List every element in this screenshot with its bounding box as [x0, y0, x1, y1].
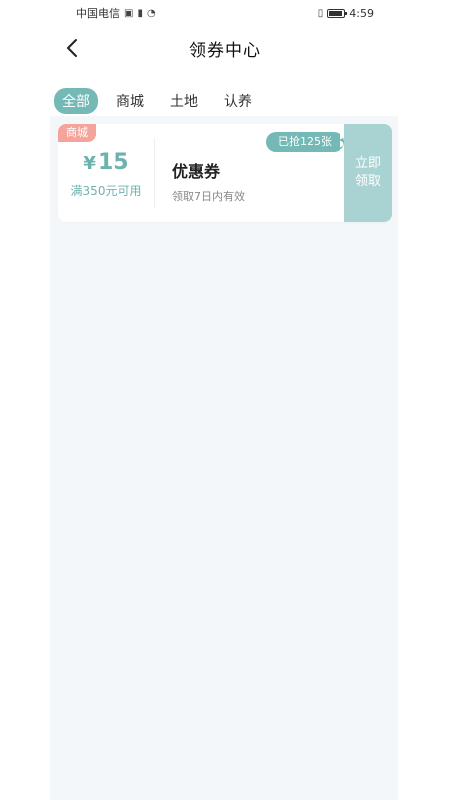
currency-symbol: ¥ [83, 153, 96, 174]
coupon-name: 优惠券 [172, 162, 221, 181]
tab-all[interactable]: 全部 [54, 88, 98, 114]
coupon-validity: 领取7日内有效 [172, 190, 245, 203]
status-left: 中国电信 ▣ ▮ ◔ [76, 5, 156, 21]
status-bar: 中国电信 ▣ ▮ ◔ ▯ 4:59 [0, 0, 450, 26]
claimed-count-badge: 已抢125张 [266, 132, 344, 152]
tab-adopt[interactable]: 认养 [216, 88, 260, 114]
clock-label: 4:59 [349, 6, 374, 20]
amount-value: 15 [97, 150, 129, 175]
claim-label-line2: 领取 [354, 174, 381, 189]
nav-bar: 领券中心 [0, 26, 450, 70]
hd-icon: ▣ [124, 7, 134, 19]
coupon-condition: 满350元可用 [70, 184, 142, 198]
carrier-label: 中国电信 [76, 7, 120, 20]
claim-now-button[interactable]: 立即 领取 [340, 124, 392, 222]
status-right: ▯ 4:59 [318, 7, 374, 20]
back-button[interactable] [58, 34, 86, 62]
claim-label-line1: 立即 [354, 156, 381, 171]
coupon-divider [154, 138, 155, 208]
category-tabs: 全部 商城 土地 认养 [54, 88, 260, 114]
coupon-category-tag: 商城 [58, 124, 96, 142]
coupon-card: 商城 ¥15 满350元可用 已抢125张 优惠券 领取7日内有效 立即 领取 [58, 124, 392, 222]
tab-land[interactable]: 土地 [162, 88, 206, 114]
coupon-amount: ¥15 [58, 150, 154, 175]
wifi-icon: ◔ [146, 7, 156, 19]
tab-mall[interactable]: 商城 [108, 88, 152, 114]
tabs-bar: 全部 商城 土地 认养 [50, 70, 398, 116]
page-title: 领券中心 [189, 40, 261, 61]
signal-icon: ▮ [137, 7, 143, 19]
chevron-left-icon [67, 39, 77, 57]
battery-icon [327, 8, 348, 18]
coupon-panel: 全部 商城 土地 认养 商城 ¥15 满350元可用 已抢125张 优惠券 领取… [50, 70, 398, 800]
vibrate-icon: ▯ [317, 7, 324, 19]
scallop-edge [340, 124, 348, 222]
